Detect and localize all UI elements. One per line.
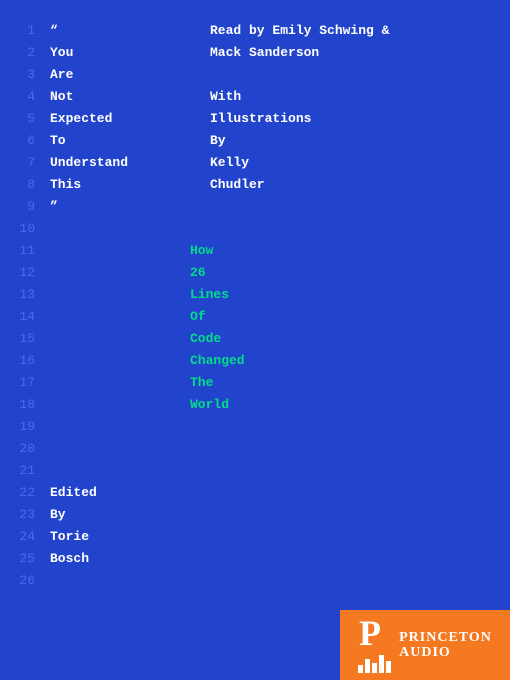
line-16-col2: Changed xyxy=(190,350,310,372)
content-line-15: Code xyxy=(50,328,500,350)
content-line-9: ” xyxy=(50,196,500,218)
line-number-7: 7 xyxy=(10,152,35,174)
line-number-13: 13 xyxy=(10,284,35,306)
content-line-18: World xyxy=(50,394,500,416)
line-number-9: 9 xyxy=(10,196,35,218)
svg-text:P: P xyxy=(359,617,381,653)
line-12-col2: 26 xyxy=(190,262,310,284)
line-number-6: 6 xyxy=(10,130,35,152)
content-line-14: Of xyxy=(50,306,500,328)
line-number-14: 14 xyxy=(10,306,35,328)
content-line-26 xyxy=(50,570,500,592)
line-11-col2: How xyxy=(190,240,310,262)
line-24-col1: Torie xyxy=(50,526,190,548)
content-line-3: Are xyxy=(50,64,500,86)
content-line-2: You Mack Sanderson xyxy=(50,42,500,64)
audio-bars-icon xyxy=(358,655,391,673)
content-line-17: The xyxy=(50,372,500,394)
content-line-7: Understand Kelly xyxy=(50,152,500,174)
line-number-8: 8 xyxy=(10,174,35,196)
bar1 xyxy=(358,665,363,673)
content-line-20 xyxy=(50,438,500,460)
content-line-24: Torie xyxy=(50,526,500,548)
content-line-21 xyxy=(50,460,500,482)
line-number-23: 23 xyxy=(10,504,35,526)
bar5 xyxy=(386,661,391,673)
line-number-18: 18 xyxy=(10,394,35,416)
line-number-15: 15 xyxy=(10,328,35,350)
line-1-col1: “ xyxy=(50,20,190,42)
line-number-22: 22 xyxy=(10,482,35,504)
line-number-12: 12 xyxy=(10,262,35,284)
line-number-26: 26 xyxy=(10,570,35,592)
line-number-16: 16 xyxy=(10,350,35,372)
line-8-col3: Chudler xyxy=(210,174,265,196)
content-line-25: Bosch xyxy=(50,548,500,570)
content-line-23: By xyxy=(50,504,500,526)
line-number-3: 3 xyxy=(10,64,35,86)
princeton-label: PRINCETON xyxy=(399,630,492,645)
line-2-col1: You xyxy=(50,42,190,64)
line-25-col1: Bosch xyxy=(50,548,190,570)
content-line-12: 26 xyxy=(50,262,500,284)
line-9-col1: ” xyxy=(50,196,190,218)
line-14-col2: Of xyxy=(190,306,310,328)
content-line-13: Lines xyxy=(50,284,500,306)
content-line-6: To By xyxy=(50,130,500,152)
line-3-col1: Are xyxy=(50,64,190,86)
line-6-col3: By xyxy=(210,130,226,152)
line-number-19: 19 xyxy=(10,416,35,438)
line-8-col1: This xyxy=(50,174,190,196)
line-numbers: 1234567891011121314151617181920212223242… xyxy=(10,20,35,592)
line-number-11: 11 xyxy=(10,240,35,262)
bar2 xyxy=(365,659,370,673)
line-4-col1: Not xyxy=(50,86,190,108)
bar3 xyxy=(372,663,377,673)
line-5-col3: Illustrations xyxy=(210,108,311,130)
content-line-10 xyxy=(50,218,500,240)
book-cover: 1234567891011121314151617181920212223242… xyxy=(0,0,510,680)
line-6-col1: To xyxy=(50,130,190,152)
content-line-22: Edited xyxy=(50,482,500,504)
bar4 xyxy=(379,655,384,673)
content-area: “ Read by Emily Schwing & You Mack Sanderso… xyxy=(50,20,500,592)
line-number-25: 25 xyxy=(10,548,35,570)
line-number-24: 24 xyxy=(10,526,35,548)
line-number-2: 2 xyxy=(10,42,35,64)
line-4-col3: With xyxy=(210,86,241,108)
content-line-4: Not With xyxy=(50,86,500,108)
audio-label: AUDIO xyxy=(399,645,492,660)
princeton-logo: P xyxy=(358,617,391,673)
princeton-text: PRINCETON AUDIO xyxy=(399,630,492,661)
content-line-1: “ Read by Emily Schwing & xyxy=(50,20,500,42)
line-23-col1: By xyxy=(50,504,190,526)
line-7-col1: Understand xyxy=(50,152,190,174)
line-number-21: 21 xyxy=(10,460,35,482)
line-number-1: 1 xyxy=(10,20,35,42)
line-18-col2: World xyxy=(190,394,310,416)
content-line-19 xyxy=(50,416,500,438)
line-2-col3: Mack Sanderson xyxy=(210,42,319,64)
line-number-17: 17 xyxy=(10,372,35,394)
line-5-col1: Expected xyxy=(50,108,190,130)
line-number-5: 5 xyxy=(10,108,35,130)
line-7-col3: Kelly xyxy=(210,152,249,174)
content-line-16: Changed xyxy=(50,350,500,372)
line-number-20: 20 xyxy=(10,438,35,460)
line-22-col1: Edited xyxy=(50,482,190,504)
content-line-8: This Chudler xyxy=(50,174,500,196)
line-number-10: 10 xyxy=(10,218,35,240)
princeton-p-icon: P xyxy=(359,617,391,655)
princeton-audio-badge: P PRINCETON AUDIO xyxy=(340,610,510,680)
line-17-col2: The xyxy=(190,372,310,394)
line-1-col3: Read by Emily Schwing & xyxy=(210,20,389,42)
content-line-5: Expected Illustrations xyxy=(50,108,500,130)
content-line-11: How xyxy=(50,240,500,262)
line-13-col2: Lines xyxy=(190,284,310,306)
line-15-col2: Code xyxy=(190,328,310,350)
line-number-4: 4 xyxy=(10,86,35,108)
